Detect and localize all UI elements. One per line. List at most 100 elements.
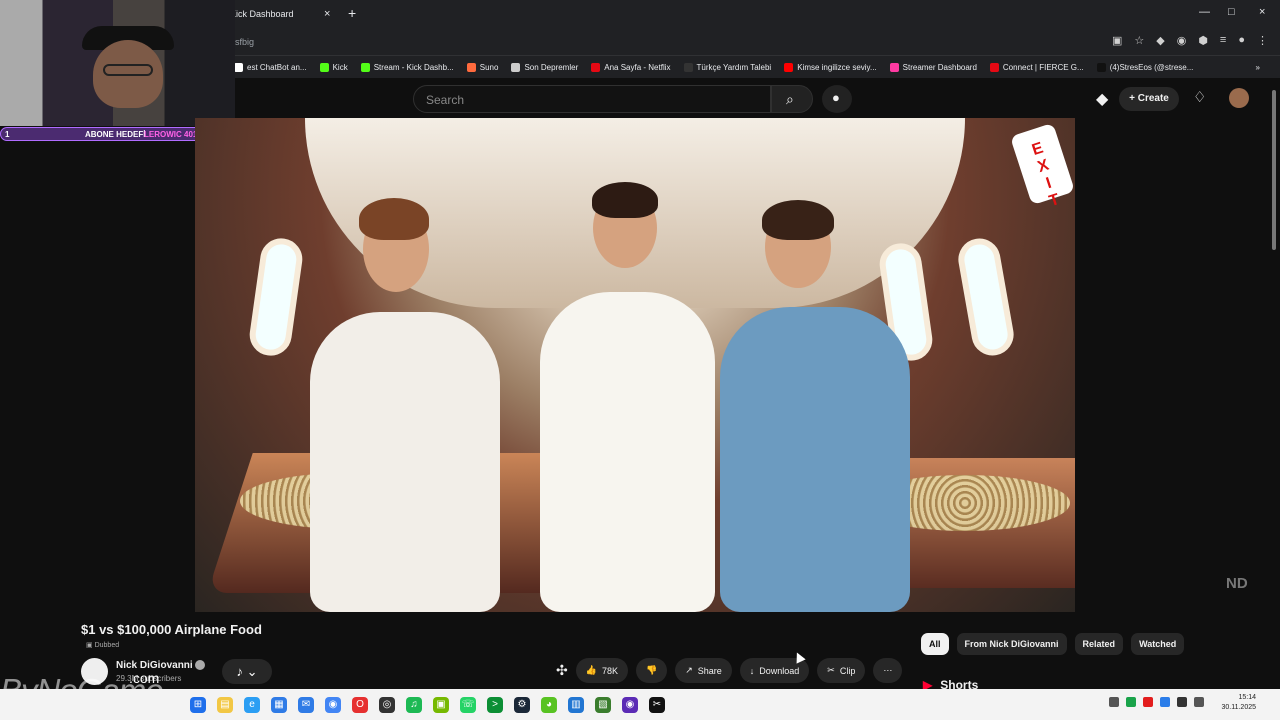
network-tray-icon[interactable]: [1160, 697, 1170, 707]
media-control-icon[interactable]: ≡: [1220, 34, 1226, 47]
share-label: Share: [697, 665, 722, 676]
video-player[interactable]: EXIT: [195, 118, 1075, 612]
bookmark-item[interactable]: (4)StresEos (@strese...: [1096, 62, 1193, 72]
game-icon[interactable]: ◕: [541, 696, 557, 713]
nvidia-tray-icon[interactable]: [1126, 697, 1136, 707]
thumbs-down-icon: 👎: [645, 665, 658, 675]
chrome-icon[interactable]: ◉: [325, 696, 341, 713]
bookmark-item[interactable]: Kick: [319, 62, 348, 72]
battery-tray-icon[interactable]: [1194, 697, 1204, 707]
security-tray-icon[interactable]: [1143, 697, 1153, 707]
bookmark-item[interactable]: Ana Sayfa - Netflix: [591, 62, 671, 72]
bookmark-item[interactable]: est ChatBot an...: [234, 62, 307, 72]
bookmark-label: Kick: [332, 62, 348, 72]
bookmark-favicon-icon: [466, 62, 476, 72]
clock-time: 15:14: [1238, 694, 1256, 701]
url-text[interactable]: sfbig: [235, 37, 254, 47]
store-icon[interactable]: ▦: [271, 696, 287, 713]
bookmark-item[interactable]: Türkçe Yardım Talebi: [683, 62, 771, 72]
bookmark-item[interactable]: Suno: [466, 62, 499, 72]
person-right: [720, 307, 910, 612]
up-arrow-icon[interactable]: [1109, 697, 1119, 707]
outlook-icon[interactable]: ✉: [298, 696, 314, 713]
search-button[interactable]: ⌕: [771, 85, 813, 113]
file-explorer-icon[interactable]: ▤: [217, 696, 233, 713]
plus-icon: +: [1129, 93, 1135, 104]
bookmark-favicon-icon: [1096, 62, 1106, 72]
filter-chip[interactable]: All: [921, 633, 949, 655]
opera-icon[interactable]: O: [352, 696, 368, 713]
search-input[interactable]: Search: [413, 85, 771, 113]
capcut-icon[interactable]: ✂: [649, 696, 665, 713]
bookmark-item[interactable]: Streamer Dashboard: [889, 62, 977, 72]
chevron-down-icon: ⌄: [246, 664, 258, 679]
filter-chip[interactable]: Watched: [1131, 633, 1185, 655]
bookmark-item[interactable]: Kimse ingilizce seviy...: [784, 62, 877, 72]
subscriber-goal-label: ABONE HEDEFİ: [85, 130, 146, 139]
app-icon[interactable]: ◉: [622, 696, 638, 713]
notification-preferences-button[interactable]: ♪ ⌄: [222, 659, 272, 684]
bookmark-item[interactable]: Son Depremler: [511, 62, 579, 72]
like-button[interactable]: 👍 78K: [575, 658, 628, 683]
search-icon: ⌕: [786, 91, 794, 107]
sparkle-icon[interactable]: ✣: [556, 662, 568, 679]
maximize-window-icon[interactable]: □: [1228, 6, 1235, 18]
filter-chip[interactable]: Related: [1074, 633, 1124, 655]
star-icon[interactable]: ☆: [1134, 34, 1144, 47]
profile-extension-icon[interactable]: ◉: [1177, 34, 1187, 47]
goal-number-left: 1: [5, 130, 10, 139]
system-clock[interactable]: 15:14 30.11.2025: [1221, 693, 1256, 713]
spotify-icon[interactable]: ♫: [406, 696, 422, 713]
more-bookmarks-icon[interactable]: »: [1256, 63, 1260, 72]
bookmark-item[interactable]: Stream - Kick Dashb...: [360, 62, 454, 72]
bookmark-item[interactable]: Connect | FIERCE G...: [989, 62, 1084, 72]
person-center: [540, 292, 715, 612]
download-icon: ↓: [749, 665, 755, 676]
edge-icon[interactable]: e: [244, 696, 260, 713]
nvidia-icon[interactable]: ▣: [433, 696, 449, 713]
bookmark-label: Suno: [479, 62, 499, 72]
whatsapp-icon[interactable]: ☏: [460, 696, 476, 713]
close-tab-icon[interactable]: ×: [324, 3, 330, 25]
minimize-window-icon[interactable]: —: [1199, 6, 1210, 18]
avatar[interactable]: [1229, 88, 1249, 108]
page-scrollbar[interactable]: [1272, 90, 1276, 250]
bookmark-label: Son Depremler: [524, 62, 579, 72]
create-button[interactable]: + Create: [1119, 87, 1179, 111]
filter-chip[interactable]: From Nick DiGiovanni: [956, 633, 1067, 655]
tab-kick-dashboard[interactable]: Kick Dashboard ×: [230, 3, 342, 25]
puzzle-icon[interactable]: ⬢: [1198, 34, 1208, 47]
extension-icon[interactable]: ◆: [1156, 34, 1164, 47]
close-window-icon[interactable]: ×: [1259, 6, 1265, 18]
bookmark-favicon-icon: [683, 62, 693, 72]
share-icon: ↗: [685, 665, 693, 675]
clock-date: 30.11.2025: [1221, 704, 1256, 711]
windows-icon[interactable]: ⊞: [190, 696, 206, 713]
person-left-hair: [359, 198, 429, 240]
new-tab-button[interactable]: +: [348, 4, 356, 22]
terminal-icon[interactable]: >: [487, 696, 503, 713]
bookmark-label: est ChatBot an...: [247, 62, 307, 72]
obs-icon[interactable]: ◎: [379, 696, 395, 713]
bookmark-favicon-icon: [319, 62, 329, 72]
calculator-icon[interactable]: ▥: [568, 696, 584, 713]
dislike-button[interactable]: 👎: [635, 658, 668, 683]
steam-icon[interactable]: ⚙: [514, 696, 530, 713]
cast-icon[interactable]: ▣: [1112, 34, 1122, 47]
more-actions-button[interactable]: ⋯: [873, 658, 903, 683]
gaming-icon[interactable]: ◆: [1096, 89, 1108, 109]
notification-bell-icon[interactable]: ♢: [1193, 88, 1206, 106]
volume-tray-icon[interactable]: [1177, 697, 1187, 707]
create-label: Create: [1137, 93, 1169, 104]
clip-label: Clip: [839, 665, 856, 676]
share-button[interactable]: ↗ Share: [675, 658, 732, 683]
clip-button[interactable]: ✂ Clip: [817, 658, 866, 683]
avatar-icon[interactable]: ●: [1238, 34, 1245, 47]
like-count: 78K: [601, 665, 618, 676]
minecraft-icon[interactable]: ▧: [595, 696, 611, 713]
tab-title: Kick Dashboard: [230, 9, 294, 19]
bookmark-label: Connect | FIERCE G...: [1002, 62, 1084, 72]
voice-search-button[interactable]: ●: [822, 85, 852, 113]
menu-icon[interactable]: ⋮: [1257, 34, 1268, 47]
more-icon: ⋯: [883, 665, 893, 675]
